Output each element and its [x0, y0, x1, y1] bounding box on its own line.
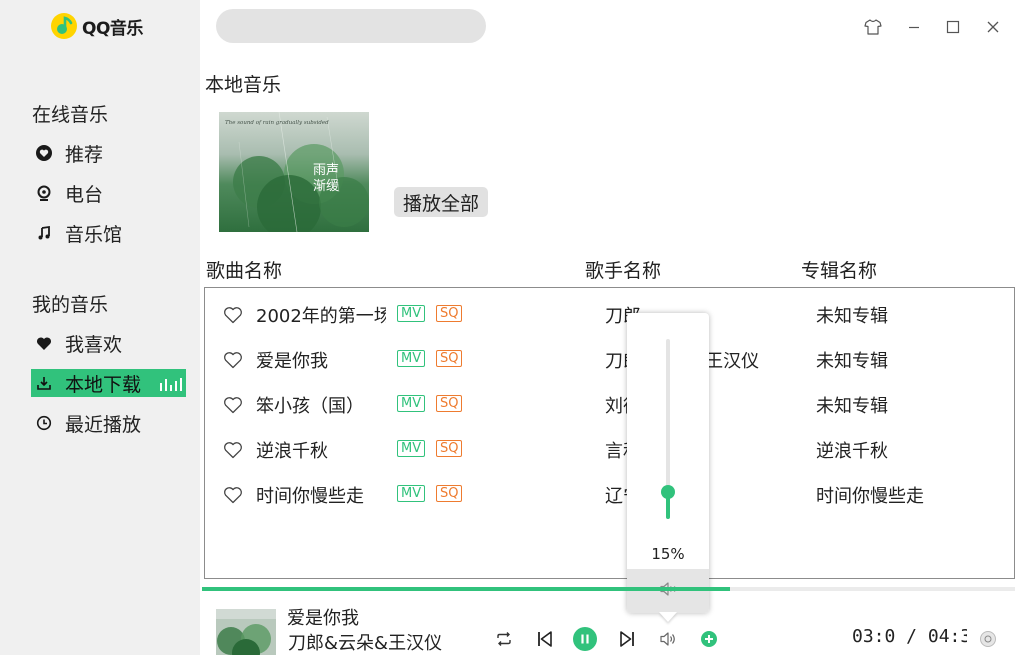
online-music-title: 在线音乐	[32, 104, 109, 126]
maximize-icon[interactable]	[942, 16, 964, 38]
mv-badge[interactable]: MV	[397, 485, 426, 502]
next-icon[interactable]	[614, 626, 640, 652]
favorite-heart-icon[interactable]	[223, 441, 243, 459]
mv-badge[interactable]: MV	[397, 305, 426, 322]
table-row[interactable]: 笨小孩（国） MV SQ 刘德华 未知专辑	[205, 386, 1014, 422]
playback-progress-bar[interactable]	[202, 587, 1015, 591]
sidebar-item-music-hall[interactable]: 音乐馆	[31, 219, 186, 247]
sidebar-item-label: 我喜欢	[65, 333, 123, 356]
sidebar-item-favorites[interactable]: 我喜欢	[31, 329, 186, 357]
column-header-album: 专辑名称	[801, 260, 878, 282]
volume-icon[interactable]	[655, 626, 681, 652]
play-all-button[interactable]: 播放全部	[394, 187, 489, 217]
repeat-icon[interactable]	[491, 626, 517, 652]
cover-caption-cn-2: 渐缓	[313, 179, 339, 194]
heart-icon	[33, 332, 55, 354]
my-music-title: 我的音乐	[32, 294, 109, 316]
favorite-heart-icon[interactable]	[223, 306, 243, 324]
sidebar-item-radio[interactable]: 电台	[31, 179, 186, 207]
cover-caption-cn-1: 雨声	[313, 163, 339, 178]
song-album[interactable]: 逆浪千秋	[816, 437, 1006, 463]
sq-badge: SQ	[436, 350, 463, 367]
clock-icon	[33, 412, 55, 434]
now-playing-artist[interactable]: 刀郎&云朵&王汉仪	[288, 629, 442, 655]
sidebar-item-recent[interactable]: 最近播放	[31, 409, 186, 437]
favorite-heart-icon[interactable]	[223, 396, 243, 414]
mv-badge[interactable]: MV	[397, 350, 426, 367]
song-name: 逆浪千秋	[256, 441, 328, 462]
volume-slider[interactable]	[661, 339, 675, 519]
sidebar-item-recommend[interactable]: 推荐	[31, 139, 186, 167]
close-icon[interactable]	[982, 16, 1004, 38]
sidebar-item-label: 音乐馆	[65, 223, 123, 246]
mv-badge[interactable]: MV	[397, 395, 426, 412]
sq-badge: SQ	[436, 440, 463, 457]
minimize-icon[interactable]	[903, 16, 925, 38]
table-row[interactable]: 时间你慢些走 MV SQ 辽宁 时间你慢些走	[205, 476, 1014, 512]
skin-icon[interactable]	[862, 16, 884, 38]
song-album[interactable]: 未知专辑	[816, 392, 1006, 418]
table-row[interactable]: 逆浪千秋 MV SQ 言和 逆浪千秋	[205, 431, 1014, 467]
previous-icon[interactable]	[532, 626, 558, 652]
volume-slider-handle[interactable]	[661, 485, 675, 499]
sidebar-item-label: 推荐	[65, 143, 104, 166]
logo-text: QQ音乐	[82, 18, 143, 39]
qq-music-logo-icon	[50, 12, 78, 40]
music-note-icon	[33, 222, 55, 244]
download-icon	[33, 372, 55, 394]
song-album[interactable]: 未知专辑	[816, 347, 1006, 373]
pause-icon[interactable]	[572, 626, 598, 652]
logo[interactable]: QQ音乐	[50, 12, 143, 40]
column-header-song: 歌曲名称	[206, 260, 283, 282]
table-row[interactable]: 爱是你我 MV SQ 刀郎&云朵&王汉仪 未知专辑	[205, 341, 1014, 377]
song-name: 笨小孩（国）	[256, 396, 364, 417]
sidebar-item-local-download[interactable]: 本地下载	[31, 369, 186, 397]
playback-time: 03:0 / 04:3	[852, 626, 967, 647]
mute-button[interactable]	[627, 569, 709, 613]
sq-badge: SQ	[436, 305, 463, 322]
album-cover: The sound of rain gradually subsided 雨声 …	[219, 112, 369, 232]
sidebar-item-label: 最近播放	[65, 413, 142, 436]
song-album[interactable]: 时间你慢些走	[816, 482, 1006, 508]
volume-popup-pointer	[659, 612, 677, 622]
song-album[interactable]: 未知专辑	[816, 302, 1006, 328]
page-title: 本地音乐	[205, 74, 282, 96]
mv-badge[interactable]: MV	[397, 440, 426, 457]
column-header-artist: 歌手名称	[585, 260, 662, 282]
add-icon[interactable]	[696, 626, 722, 652]
sidebar: QQ音乐 在线音乐 推荐 电台 音乐馆 我的音乐 我喜欢 本地下载 最近播放	[0, 0, 200, 655]
cover-caption-en: The sound of rain gradually subsided	[225, 120, 329, 126]
search-input[interactable]	[216, 9, 486, 43]
heart-circle-icon	[33, 142, 55, 164]
favorite-heart-icon[interactable]	[223, 486, 243, 504]
song-name: 爱是你我	[256, 351, 328, 372]
song-name: 时间你慢些走	[256, 486, 364, 507]
table-row[interactable]: 2002年的第一场雪 MV SQ 刀郎 未知专辑	[205, 296, 1014, 332]
speaker-muted-icon	[659, 581, 677, 601]
now-playing-title[interactable]: 爱是你我	[287, 604, 359, 630]
now-playing-cover[interactable]	[216, 609, 276, 655]
sq-badge: SQ	[436, 395, 463, 412]
sidebar-item-label: 电台	[65, 183, 104, 206]
favorite-heart-icon[interactable]	[223, 351, 243, 369]
song-list: 2002年的第一场雪 MV SQ 刀郎 未知专辑 爱是你我 MV SQ 刀郎&云…	[204, 287, 1015, 579]
lyrics-icon[interactable]	[975, 626, 1001, 652]
sq-badge: SQ	[436, 485, 463, 502]
song-name: 2002年的第一场雪	[256, 306, 386, 327]
volume-popup: 15%	[627, 313, 709, 613]
playback-progress-fill	[202, 587, 731, 591]
volume-percent: 15%	[651, 545, 685, 563]
playing-bars-icon	[160, 378, 182, 391]
radio-icon	[33, 182, 55, 204]
sidebar-item-label: 本地下载	[65, 373, 142, 396]
